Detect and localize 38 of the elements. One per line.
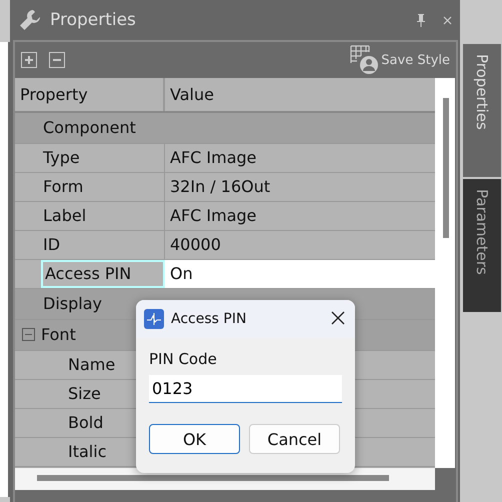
save-style-button[interactable]: Save Style [349, 45, 450, 75]
property-row[interactable]: Access PIN On [15, 260, 435, 289]
property-row[interactable]: ID 40000 [15, 230, 435, 260]
close-icon[interactable] [443, 16, 452, 24]
property-value: On [165, 260, 435, 288]
side-tab[interactable]: Properties [463, 44, 501, 177]
group-label: Font [41, 324, 76, 346]
side-tab[interactable]: Parameters [463, 179, 501, 312]
property-row[interactable]: Form 32In / 16Out [15, 172, 435, 202]
cancel-button[interactable]: Cancel [249, 424, 340, 454]
pin-icon[interactable] [417, 14, 425, 26]
property-value: AFC Image [169, 147, 258, 170]
ok-button[interactable]: OK [149, 424, 240, 454]
column-header[interactable]: Property [15, 78, 165, 111]
grid-person-icon [349, 45, 380, 75]
category-label: Display [42, 293, 102, 316]
wrench-icon [18, 8, 42, 32]
panel-title: Properties [50, 10, 137, 30]
expand-all-button[interactable] [21, 52, 37, 68]
property-row[interactable]: Type AFC Image [15, 144, 435, 173]
pin-code-field[interactable]: 0123 [149, 375, 342, 403]
property-name: Label [41, 202, 165, 230]
property-value: 32In / 16Out [169, 176, 272, 198]
category-label: Component [42, 117, 136, 140]
scrollbar-thumb[interactable] [443, 98, 449, 238]
property-name: ID [41, 230, 165, 259]
column-header[interactable]: Value [165, 78, 435, 111]
property-row[interactable]: Label AFC Image [15, 202, 435, 231]
app-icon [144, 309, 164, 329]
collapse-all-button[interactable] [49, 52, 65, 68]
property-name: Type [41, 144, 165, 172]
property-value: AFC Image [169, 205, 258, 228]
property-name: Form [41, 172, 165, 201]
property-value: 40000 [169, 234, 222, 256]
collapse-icon[interactable] [22, 328, 34, 342]
property-name: Access PIN [41, 260, 165, 288]
dialog-title: Access PIN [171, 311, 248, 327]
scrollbar-thumb[interactable] [37, 475, 389, 481]
